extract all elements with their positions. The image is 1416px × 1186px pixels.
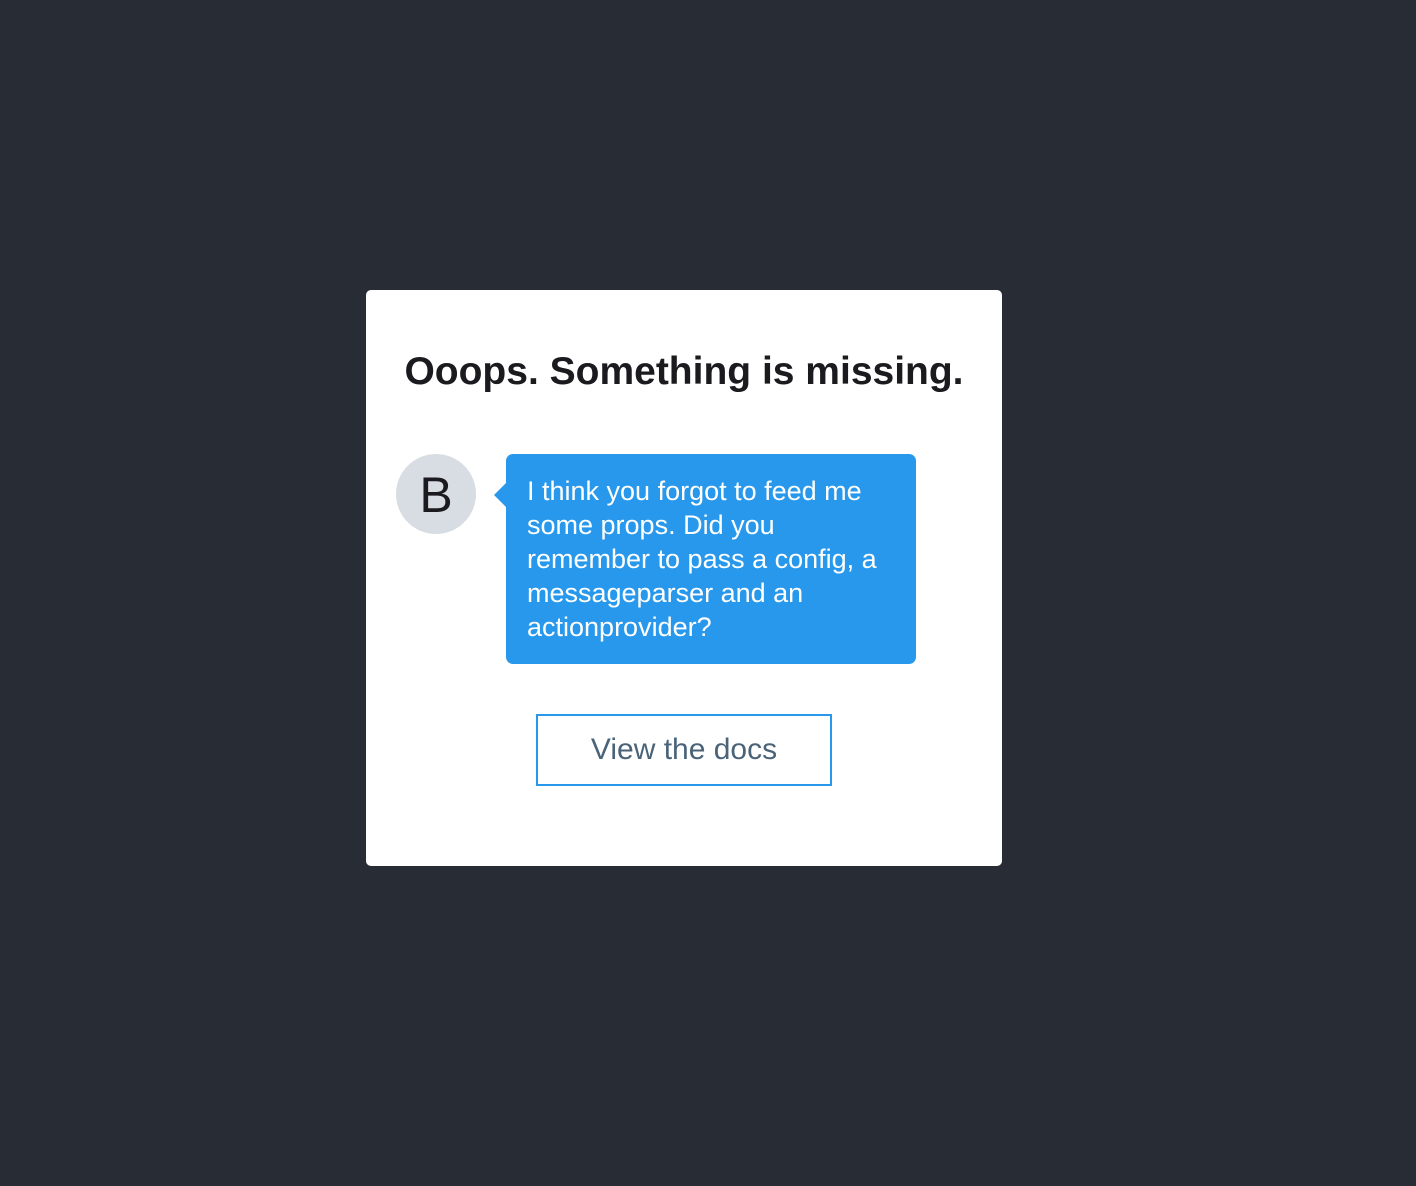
view-docs-button[interactable]: View the docs [536,714,832,786]
page-title: Ooops. Something is missing. [404,350,964,393]
avatar-letter: B [419,467,453,523]
bot-avatar: B [396,454,476,534]
bubble-pointer [494,483,506,507]
message-text: I think you forgot to feed me some props… [527,476,877,642]
message-bubble: I think you forgot to feed me some props… [494,454,916,664]
error-card: Ooops. Something is missing. B I think y… [366,290,1002,866]
